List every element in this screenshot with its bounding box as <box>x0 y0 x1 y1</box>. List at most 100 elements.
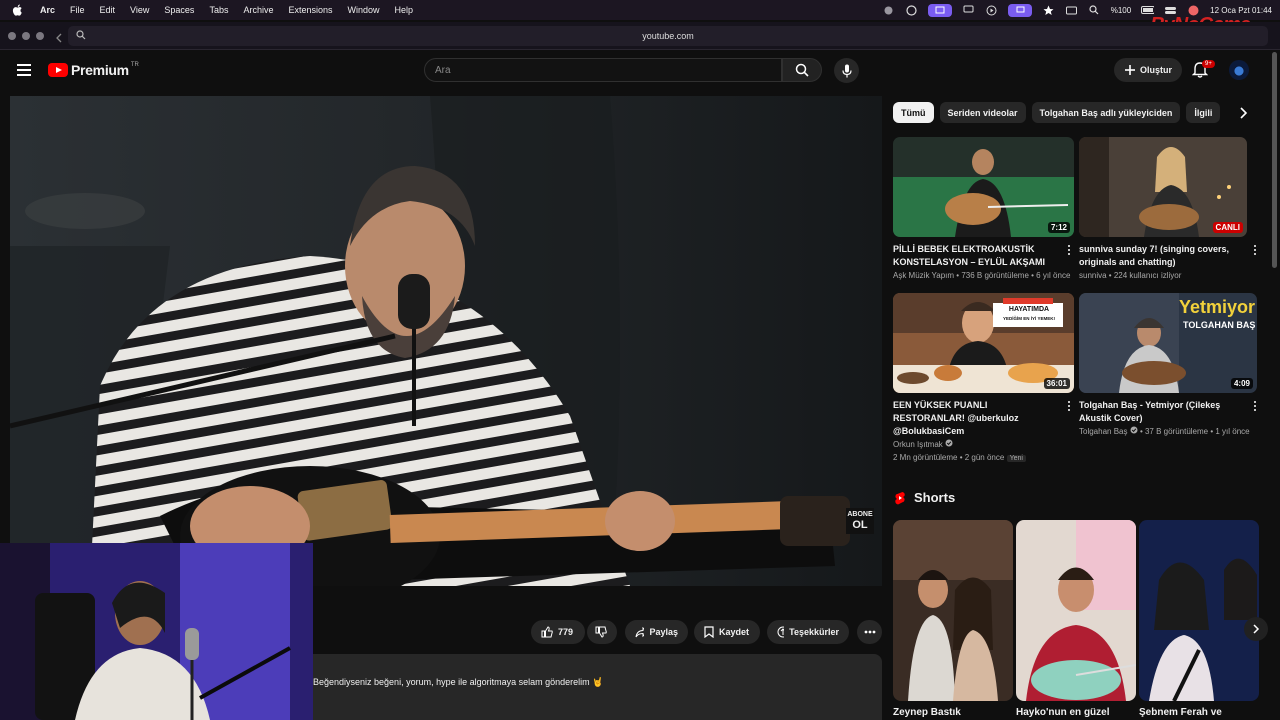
share-button[interactable]: Paylaş <box>625 620 688 644</box>
play-circle-icon[interactable] <box>985 4 998 17</box>
video-meta: 2 Mn görüntüleme • 2 gün önce <box>893 453 1005 462</box>
logo-text: Premium <box>71 62 129 78</box>
minimize-window-button[interactable] <box>22 31 30 40</box>
close-window-button[interactable] <box>8 31 16 40</box>
thumbnail-subtitle: YEDİĞİM EN İYİ YEMEK! <box>1003 316 1055 321</box>
overlay-line1: ABONE <box>847 511 873 518</box>
shorts-next-button[interactable] <box>1244 617 1268 641</box>
short-video-card[interactable] <box>1016 520 1136 701</box>
menu-hamburger-icon[interactable] <box>17 64 31 76</box>
chevron-right-icon[interactable] <box>1234 104 1252 122</box>
menu-help[interactable]: Help <box>395 5 414 15</box>
short-title[interactable]: Şebnem Ferah ve <box>1139 707 1222 718</box>
create-button[interactable]: Oluştur <box>1114 58 1182 82</box>
menu-edit[interactable]: Edit <box>100 5 116 15</box>
channel-name[interactable]: sunniva <box>1079 271 1107 280</box>
chevron-right-icon <box>1253 624 1260 634</box>
share-label: Paylaş <box>649 627 678 637</box>
video-player[interactable] <box>10 96 882 586</box>
channel-name[interactable]: Orkun Işıtmak <box>893 440 943 449</box>
address-bar[interactable]: youtube.com <box>68 26 1268 46</box>
thumbs-up-icon <box>541 626 553 638</box>
verified-check-icon <box>1130 426 1138 434</box>
menu-app-name[interactable]: Arc <box>40 5 55 15</box>
recommended-video[interactable]: CANLI sunniva sunday 7! (singing covers,… <box>1079 137 1260 282</box>
voice-search-button[interactable] <box>834 58 859 83</box>
menu-view[interactable]: View <box>130 5 149 15</box>
youtube-play-icon <box>48 63 68 77</box>
more-vertical-icon[interactable] <box>1064 245 1074 259</box>
description-text: Beğendiyseniz beğeni, yorum, hype ile al… <box>313 677 604 687</box>
chat-icon[interactable] <box>962 4 975 17</box>
overlay-line2: OL <box>852 519 868 531</box>
new-badge: Yeni <box>1006 455 1026 462</box>
channel-name[interactable]: Tolgahan Baş <box>1079 427 1127 436</box>
webcam-frame <box>0 543 313 720</box>
zoom-window-button[interactable] <box>36 31 44 40</box>
menu-window[interactable]: Window <box>348 5 380 15</box>
recommended-video[interactable]: 7:12 PİLLİ BEBEK ELEKTROAKUSTİK KONSTELA… <box>893 137 1074 282</box>
search-placeholder: Ara <box>435 64 451 76</box>
short-video-card[interactable] <box>893 520 1013 701</box>
notification-badge: 9+ <box>1202 60 1215 68</box>
video-title[interactable]: sunniva sunday 7! (singing covers, origi… <box>1079 243 1247 269</box>
spotlight-search-icon[interactable] <box>1088 4 1101 17</box>
menu-file[interactable]: File <box>70 5 85 15</box>
search-button[interactable] <box>782 58 822 82</box>
video-title[interactable]: EEN YÜKSEK PUANLI RESTORANLAR! @uberkulo… <box>893 399 1061 438</box>
video-thumbnail[interactable]: HAYATIMDA YEDİĞİM EN İYİ YEMEK! 36:01 <box>893 293 1074 393</box>
video-title[interactable]: Tolgahan Baş - Yetmiyor (Çilekeş Akustik… <box>1079 399 1247 425</box>
short-video-card[interactable] <box>1139 520 1259 701</box>
menu-extensions[interactable]: Extensions <box>288 5 332 15</box>
star-icon[interactable] <box>1042 4 1055 17</box>
dislike-button[interactable] <box>587 620 617 644</box>
channel-name[interactable]: Aşk Müzik Yapım <box>893 271 954 280</box>
microphone-icon <box>841 64 852 77</box>
video-thumbnail[interactable]: CANLI <box>1079 137 1247 237</box>
search-icon <box>795 63 809 77</box>
subscribe-overlay-badge[interactable]: ABONE OL <box>846 508 874 534</box>
app-status-icon[interactable] <box>905 4 918 17</box>
back-arrow-icon[interactable] <box>55 30 63 48</box>
country-code: TR <box>130 62 139 68</box>
shorts-logo-icon <box>895 491 905 504</box>
video-description[interactable]: Beğendiyseniz beğeni, yorum, hype ile al… <box>313 654 882 720</box>
thumbnail-title: Yetmiyor <box>1179 297 1256 317</box>
video-duration: 7:12 <box>1047 222 1070 233</box>
chip-related[interactable]: İlgili <box>1186 102 1221 123</box>
chip-all[interactable]: Tümü <box>893 102 934 123</box>
video-thumbnail[interactable]: 7:12 <box>893 137 1074 237</box>
save-button[interactable]: Kaydet <box>694 620 760 644</box>
thanks-button[interactable]: Teşekkürler <box>767 620 849 644</box>
youtube-premium-logo[interactable]: Premium TR <box>48 62 139 78</box>
record-icon[interactable] <box>882 4 895 17</box>
screen-share-icon[interactable] <box>927 3 952 17</box>
recommended-video[interactable]: Yetmiyor TOLGAHAN BAŞ 4:09 Tolgahan Baş … <box>1079 293 1260 438</box>
page-scrollbar[interactable] <box>1272 52 1277 268</box>
video-title[interactable]: PİLLİ BEBEK ELEKTROAKUSTİK KONSTELASYON … <box>893 243 1061 269</box>
shorts-heading: Shorts <box>894 490 955 505</box>
window-stack-icon[interactable] <box>1007 3 1032 17</box>
recommended-video[interactable]: HAYATIMDA YEDİĞİM EN İYİ YEMEK! 36:01 EE… <box>893 293 1074 465</box>
more-vertical-icon[interactable] <box>1250 245 1260 259</box>
chip-uploader[interactable]: Tolgahan Baş adlı yükleyiciden <box>1031 102 1181 123</box>
more-actions-button[interactable] <box>857 620 882 644</box>
menu-tabs[interactable]: Tabs <box>209 5 228 15</box>
short-title[interactable]: Zeynep Bastık <box>893 707 961 718</box>
apple-icon[interactable] <box>12 3 26 17</box>
menu-archive[interactable]: Archive <box>243 5 273 15</box>
plus-icon <box>1124 65 1135 75</box>
more-horizontal-icon <box>864 630 875 634</box>
video-thumbnail[interactable]: Yetmiyor TOLGAHAN BAŞ 4:09 <box>1079 293 1257 393</box>
search-input[interactable]: Ara <box>424 58 782 82</box>
video-meta: 224 kullanıcı izliyor <box>1113 271 1182 280</box>
account-avatar[interactable] <box>1229 60 1249 80</box>
like-button[interactable]: 779 <box>531 620 585 644</box>
chip-series[interactable]: Seriden videolar <box>939 102 1026 123</box>
more-vertical-icon[interactable] <box>1064 401 1074 415</box>
keyboard-icon[interactable] <box>1065 4 1078 17</box>
more-vertical-icon[interactable] <box>1250 401 1260 415</box>
menu-spaces[interactable]: Spaces <box>164 5 194 15</box>
short-title[interactable]: Hayko'nun en güzel <box>1016 707 1110 718</box>
window-controls <box>8 31 44 40</box>
